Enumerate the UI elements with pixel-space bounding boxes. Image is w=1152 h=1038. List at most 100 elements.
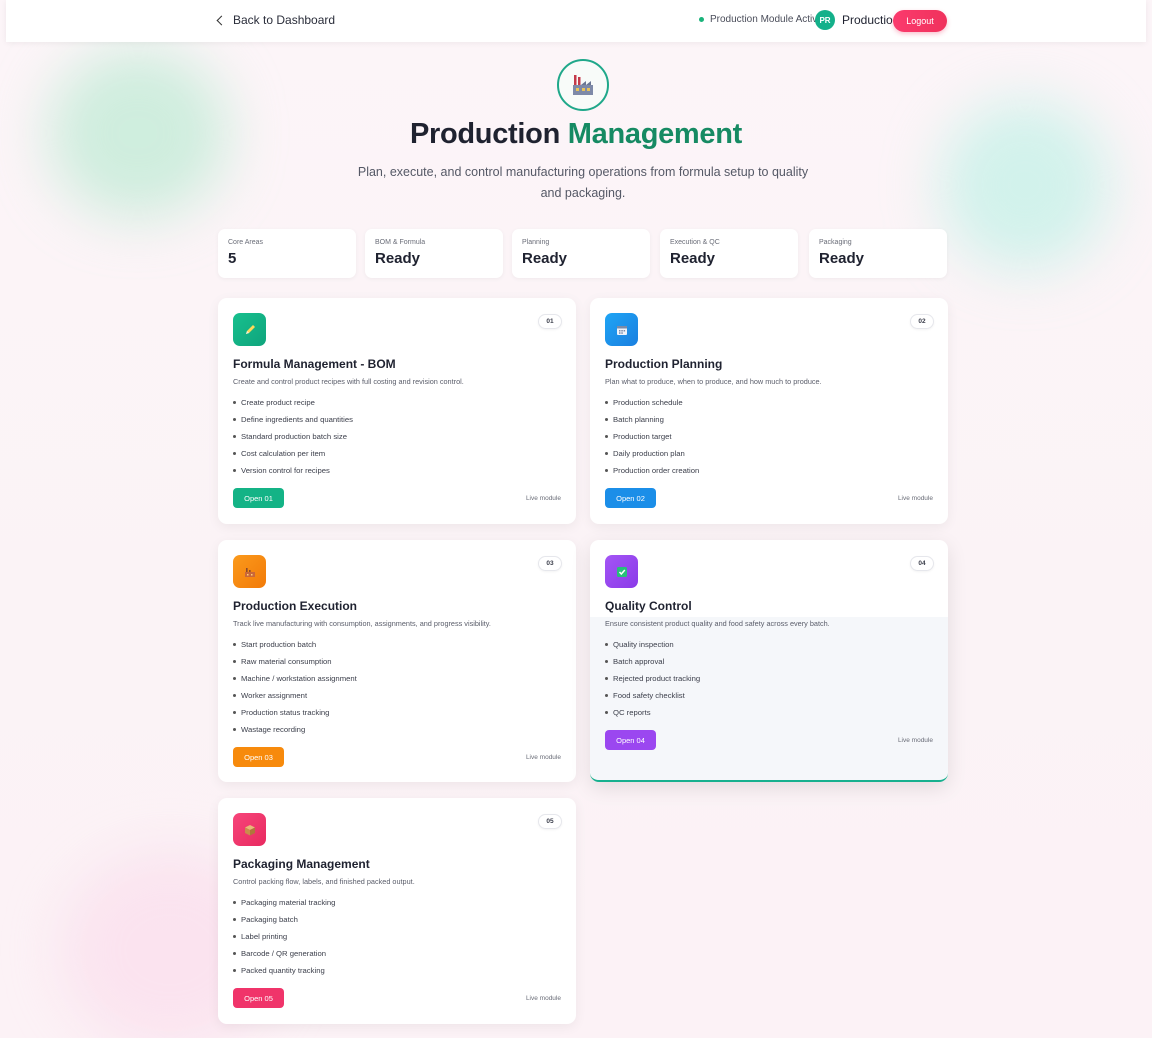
bullet-icon	[233, 969, 236, 972]
bullet-icon	[605, 677, 608, 680]
bullet-icon	[233, 401, 236, 404]
stat-packaging: Packaging Ready	[809, 229, 947, 278]
stat-value: Ready	[819, 250, 865, 267]
feature-list: Packaging material tracking Packaging ba…	[233, 897, 335, 982]
module-card-planning[interactable]: 02 Production Planning Plan what to prod…	[590, 298, 948, 524]
list-item-text: Start production batch	[241, 640, 317, 649]
list-item-text: Production order creation	[613, 466, 700, 475]
card-description: Create and control product recipes with …	[233, 377, 464, 386]
list-item: Version control for recipes	[233, 465, 353, 482]
module-card-formula[interactable]: 01 Formula Management - BOM Create and c…	[218, 298, 576, 524]
pencil-icon	[233, 313, 266, 346]
list-item-text: Production schedule	[613, 398, 683, 407]
list-item: Raw material consumption	[233, 656, 357, 673]
stat-execution-qc: Execution & QC Ready	[660, 229, 798, 278]
card-number-badge: 03	[538, 556, 562, 571]
page-title: Production Management	[6, 118, 1146, 151]
bullet-icon	[605, 643, 608, 646]
live-module-label: Live module	[897, 495, 933, 502]
list-item-text: Version control for recipes	[241, 466, 330, 475]
module-card-quality[interactable]: 04 Quality Control Ensure consistent pro…	[590, 540, 948, 782]
module-card-execution[interactable]: 03 Production Execution Track live manuf…	[218, 540, 576, 782]
open-quality-button[interactable]: Open 04	[605, 730, 656, 750]
list-item-text: Batch planning	[613, 415, 664, 424]
list-item: Standard production batch size	[233, 431, 353, 448]
page-title-main: Production	[409, 118, 560, 150]
status-dot-icon	[699, 17, 704, 22]
open-execution-button[interactable]: Open 03	[233, 747, 284, 767]
stat-label: Packaging	[819, 239, 852, 246]
list-item: Cost calculation per item	[233, 448, 353, 465]
card-title: Formula Management - BOM	[233, 357, 396, 371]
back-to-dashboard-link[interactable]: Back to Dashboard	[216, 13, 335, 27]
list-item-text: Create product recipe	[241, 398, 315, 407]
pencil-glyph	[245, 324, 255, 334]
list-item: Start production batch	[233, 639, 357, 656]
list-item: Production order creation	[605, 465, 699, 482]
open-planning-button[interactable]: Open 02	[605, 488, 656, 508]
user-menu[interactable]: PR Production	[815, 10, 899, 30]
bullet-icon	[233, 901, 236, 904]
checkbox-icon	[605, 555, 638, 588]
stat-planning: Planning Ready	[512, 229, 650, 278]
list-item: Packaging batch	[233, 914, 335, 931]
stat-value: 5	[228, 250, 237, 267]
list-item: Food safety checklist	[605, 690, 700, 707]
card-description: Track live manufacturing with consumptio…	[233, 619, 491, 628]
card-number-badge: 05	[538, 814, 562, 829]
list-item: Daily production plan	[605, 448, 699, 465]
live-module-label: Live module	[525, 495, 561, 502]
list-item: Packaging material tracking	[233, 897, 335, 914]
list-item: Wastage recording	[233, 724, 357, 741]
live-module-label: Live module	[525, 754, 561, 761]
page-subtitle: Plan, execute, and control manufacturing…	[357, 165, 809, 200]
list-item: Label printing	[233, 931, 335, 948]
list-item-text: Daily production plan	[613, 449, 685, 458]
bullet-icon	[233, 452, 236, 455]
avatar: PR	[815, 10, 835, 30]
bullet-icon	[233, 435, 236, 438]
bullet-icon	[233, 935, 236, 938]
card-title: Quality Control	[605, 599, 692, 613]
logout-button[interactable]: Logout	[893, 10, 947, 32]
list-item: Quality inspection	[605, 639, 700, 656]
app-frame: Back to Dashboard Production Module Acti…	[6, 0, 1146, 1030]
list-item-text: Define ingredients and quantities	[241, 415, 353, 424]
list-item: Packed quantity tracking	[233, 965, 335, 982]
bullet-icon	[233, 918, 236, 921]
feature-list: Production schedule Batch planning Produ…	[605, 397, 699, 482]
bullet-icon	[605, 711, 608, 714]
bullet-icon	[233, 660, 236, 663]
module-card-packaging[interactable]: 05 Packaging Management Control packing …	[218, 798, 576, 1024]
bullet-icon	[605, 469, 608, 472]
list-item-text: Packed quantity tracking	[241, 966, 325, 975]
list-item-text: Food safety checklist	[613, 691, 685, 700]
module-status: Production Module Active	[699, 14, 823, 25]
list-item: Barcode / QR generation	[233, 948, 335, 965]
factory-glyph	[573, 75, 593, 95]
stat-value: Ready	[522, 250, 568, 267]
open-packaging-button[interactable]: Open 05	[233, 988, 284, 1008]
list-item: Define ingredients and quantities	[233, 414, 353, 431]
card-number-badge: 04	[910, 556, 934, 571]
bullet-icon	[233, 469, 236, 472]
top-navbar: Back to Dashboard Production Module Acti…	[6, 0, 1146, 42]
factory-icon	[557, 59, 609, 111]
page-title-accent: Management	[567, 118, 743, 150]
stat-core-areas: Core Areas 5	[218, 229, 356, 278]
list-item-text: Packaging material tracking	[241, 898, 336, 907]
open-formula-button[interactable]: Open 01	[233, 488, 284, 508]
bullet-icon	[605, 435, 608, 438]
bullet-icon	[233, 694, 236, 697]
list-item-text: Rejected product tracking	[613, 674, 701, 683]
list-item: Worker assignment	[233, 690, 357, 707]
bullet-icon	[233, 952, 236, 955]
factory-icon	[233, 555, 266, 588]
chevron-left-icon	[216, 15, 227, 26]
checkbox-glyph	[616, 566, 627, 577]
card-title: Production Execution	[233, 599, 358, 613]
list-item: Machine / workstation assignment	[233, 673, 357, 690]
bullet-icon	[233, 418, 236, 421]
stat-bom-formula: BOM & Formula Ready	[365, 229, 503, 278]
list-item-text: QC reports	[613, 708, 651, 717]
